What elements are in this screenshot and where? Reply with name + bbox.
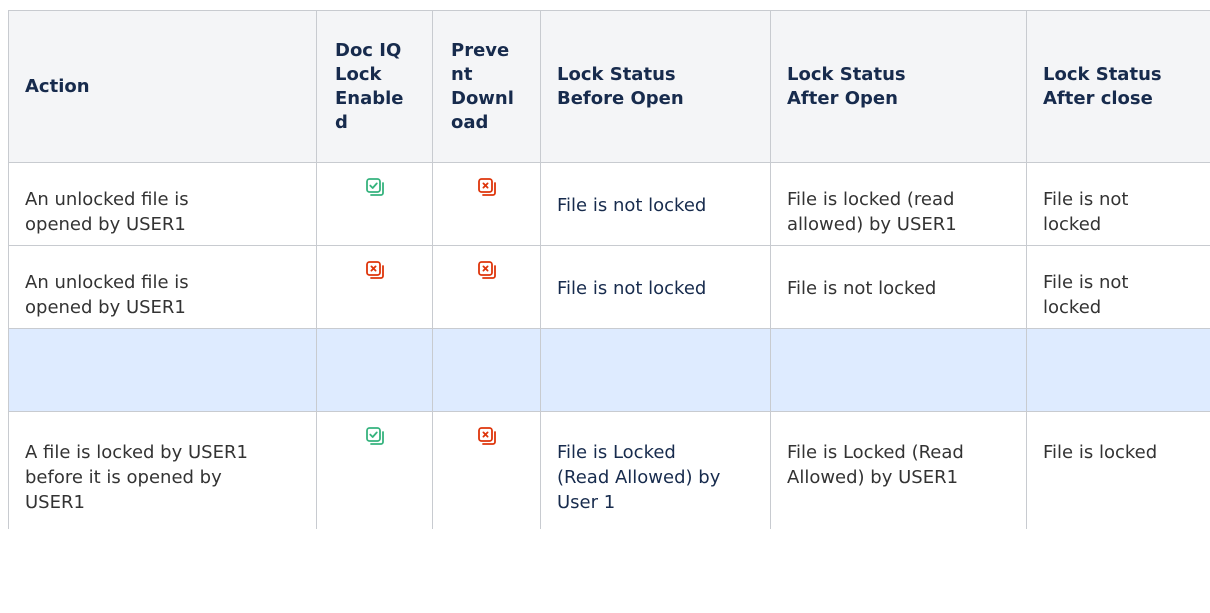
header-doc-iq-lock-enabled-label: Doc IQ Lock Enable d xyxy=(335,39,404,133)
cell-action xyxy=(8,328,317,412)
table-row: An unlocked file is opened by USER1 File… xyxy=(8,245,1210,329)
table-row: An unlocked file is opened by USER1 File… xyxy=(8,162,1210,246)
cell-lock-after-open-text: File is Locked (Read Allowed) by USER1 xyxy=(787,442,964,488)
cell-lock-after-open: File is Locked (Read Allowed) by USER1 xyxy=(770,411,1027,529)
header-lock-before-open-label: Lock Status Before Open xyxy=(557,63,684,109)
cell-lock-before-open-text xyxy=(541,329,770,353)
cell-action: An unlocked file is opened by USER1 xyxy=(8,245,317,329)
cell-action: An unlocked file is opened by USER1 xyxy=(8,162,317,246)
cell-lock-before-open-text: File is Locked (Read Allowed) by User 1 xyxy=(557,442,721,513)
cell-action-text: An unlocked file is opened by USER1 xyxy=(25,272,189,318)
header-lock-after-close: Lock Status After close xyxy=(1026,10,1210,163)
cell-lock-after-close: File is locked xyxy=(1026,411,1210,529)
cell-lock-after-open: File is not locked xyxy=(770,245,1027,329)
header-prevent-download: Preve nt Downl oad xyxy=(432,10,541,163)
cell-lock-after-open: File is locked (read allowed) by USER1 xyxy=(770,162,1027,246)
header-lock-after-close-label: Lock Status After close xyxy=(1043,63,1162,109)
cell-lock-before-open: File is not locked xyxy=(540,162,771,246)
header-prevent-download-label: Preve nt Downl oad xyxy=(451,39,514,133)
header-lock-before-open: Lock Status Before Open xyxy=(540,10,771,163)
cross-icon xyxy=(365,260,385,280)
table-row-highlighted xyxy=(8,328,1210,412)
lock-status-table: Action Doc IQ Lock Enable d Preve nt Dow… xyxy=(8,10,1210,529)
cell-action-text: A file is locked by USER1 before it is o… xyxy=(25,442,248,513)
cell-doc-iq-lock-enabled xyxy=(316,411,433,529)
header-doc-iq-lock-enabled: Doc IQ Lock Enable d xyxy=(316,10,433,163)
cell-prevent-download xyxy=(432,411,541,529)
cell-action-text xyxy=(9,329,316,353)
cell-lock-after-open-text: File is not locked xyxy=(787,278,937,299)
cell-action-text: An unlocked file is opened by USER1 xyxy=(25,189,189,235)
cross-icon xyxy=(477,260,497,280)
cell-lock-after-open-text xyxy=(771,329,1026,353)
cell-lock-before-open: File is not locked xyxy=(540,245,771,329)
cell-prevent-download xyxy=(432,162,541,246)
cell-doc-iq-lock-enabled xyxy=(316,162,433,246)
cell-lock-after-open-text: File is locked (read allowed) by USER1 xyxy=(787,189,957,235)
cell-lock-before-open: File is Locked (Read Allowed) by User 1 xyxy=(540,411,771,529)
cell-lock-after-close-text: File is not locked xyxy=(1043,272,1129,318)
header-lock-after-open-label: Lock Status After Open xyxy=(787,63,906,109)
header-lock-after-open: Lock Status After Open xyxy=(770,10,1027,163)
cell-action: A file is locked by USER1 before it is o… xyxy=(8,411,317,529)
lock-status-table-container: Action Doc IQ Lock Enable d Preve nt Dow… xyxy=(8,10,1210,529)
table-row: A file is locked by USER1 before it is o… xyxy=(8,411,1210,529)
cell-lock-after-close: File is not locked xyxy=(1026,245,1210,329)
cell-prevent-download xyxy=(432,245,541,329)
header-action: Action xyxy=(8,10,317,163)
cell-lock-after-close-text: File is locked xyxy=(1043,442,1158,463)
cell-lock-before-open-text: File is not locked xyxy=(557,278,707,299)
check-icon xyxy=(365,177,385,197)
table-header-row: Action Doc IQ Lock Enable d Preve nt Dow… xyxy=(8,10,1210,163)
check-icon xyxy=(365,426,385,446)
cell-lock-before-open xyxy=(540,328,771,412)
cross-icon xyxy=(477,177,497,197)
cell-lock-after-close-text: File is not locked xyxy=(1043,189,1129,235)
cell-lock-after-open xyxy=(770,328,1027,412)
cell-lock-after-close xyxy=(1026,328,1210,412)
cross-icon xyxy=(477,426,497,446)
cell-prevent-download xyxy=(432,328,541,412)
cell-lock-after-close-text xyxy=(1027,329,1210,353)
cell-doc-iq-lock-enabled xyxy=(316,328,433,412)
cell-lock-before-open-text: File is not locked xyxy=(557,195,707,216)
cell-lock-after-close: File is not locked xyxy=(1026,162,1210,246)
cell-doc-iq-lock-enabled xyxy=(316,245,433,329)
header-action-label: Action xyxy=(25,75,90,97)
